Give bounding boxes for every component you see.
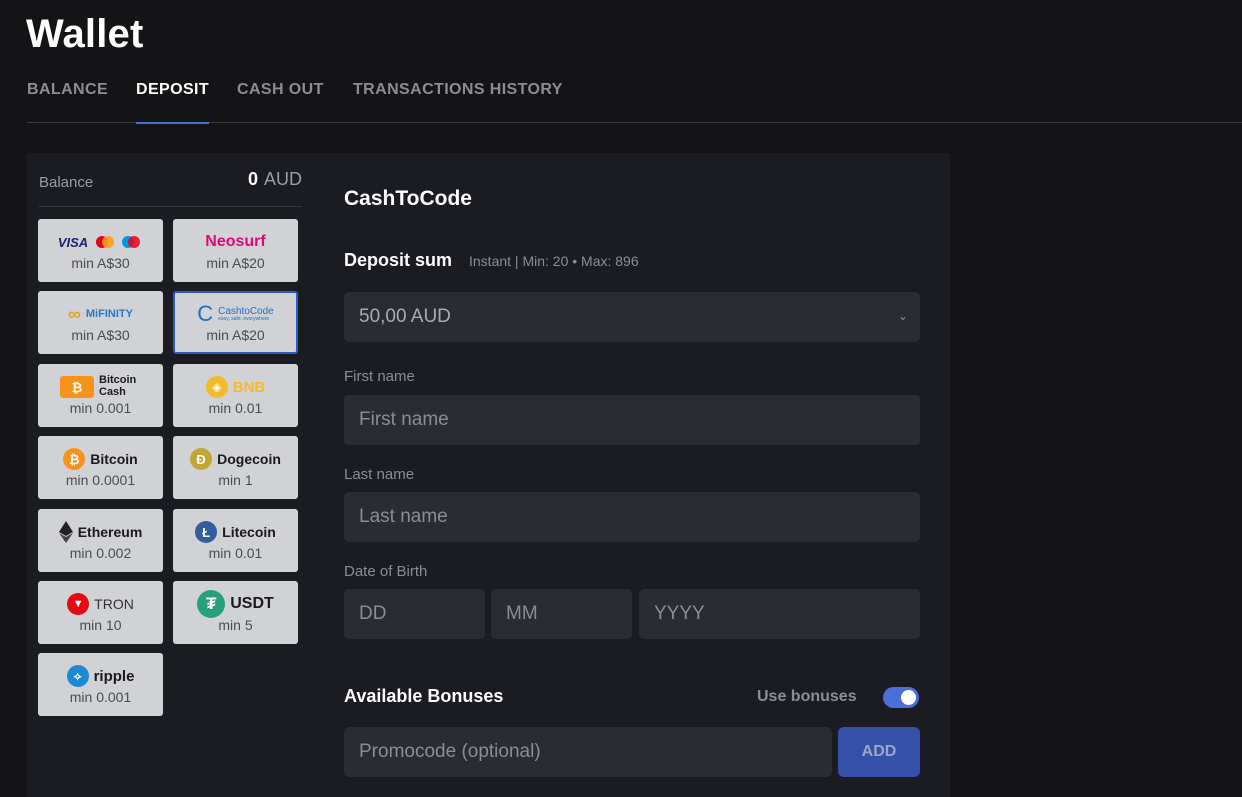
ripple-logo: ⟡ ripple bbox=[40, 663, 161, 689]
method-min: min 0.01 bbox=[208, 400, 263, 416]
bitcoin-logo: ₿ Bitcoin bbox=[40, 446, 161, 472]
first-name-input[interactable] bbox=[344, 395, 920, 445]
bitcoin-cash-name: Bitcoin Cash bbox=[99, 374, 137, 398]
visa-logo: VISA bbox=[57, 234, 89, 250]
use-bonuses-toggle[interactable] bbox=[883, 687, 919, 708]
divider bbox=[39, 206, 302, 207]
cashtocode-logo: C CashtoCode easy, safe, everywhere bbox=[175, 301, 296, 327]
ethereum-icon bbox=[58, 521, 73, 543]
dob-label: Date of Birth bbox=[344, 563, 428, 580]
dogecoin-name: Dogecoin bbox=[217, 451, 281, 467]
bonuses-title: Available Bonuses bbox=[344, 686, 504, 706]
method-min: min A$30 bbox=[71, 327, 130, 343]
method-min: min A$20 bbox=[206, 255, 265, 271]
method-card-cashtocode[interactable]: C CashtoCode easy, safe, everywhere min … bbox=[173, 291, 298, 354]
dogecoin-icon: Ð bbox=[190, 448, 213, 470]
method-card-dogecoin[interactable]: Ð Dogecoin min 1 bbox=[173, 436, 298, 499]
cashtocode-name: CashtoCode bbox=[218, 305, 274, 317]
method-title: CashToCode bbox=[344, 187, 472, 210]
balance-currency: AUD bbox=[263, 169, 302, 189]
tab-transactions-history[interactable]: TRANSACTIONS HISTORY bbox=[353, 81, 563, 99]
toggle-knob bbox=[901, 690, 916, 705]
method-min: min A$20 bbox=[206, 327, 265, 343]
cashtocode-tagline: easy, safe, everywhere bbox=[218, 315, 270, 322]
balance-label: Balance bbox=[39, 174, 94, 191]
method-min: min 0.001 bbox=[69, 689, 132, 705]
method-card-neosurf[interactable]: Neosurf min A$20 bbox=[173, 219, 298, 282]
method-card-usdt[interactable]: ₮ USDT min 5 bbox=[173, 581, 298, 644]
first-name-label: First name bbox=[344, 368, 415, 385]
cashtocode-c-icon: C bbox=[197, 301, 214, 326]
bitcoin-icon: ₿ bbox=[63, 448, 86, 470]
method-card-ripple[interactable]: ⟡ ripple min 0.001 bbox=[38, 653, 163, 716]
usdt-logo: ₮ USDT bbox=[175, 590, 296, 618]
tether-icon: ₮ bbox=[197, 590, 226, 618]
wallet-tabs: BALANCE DEPOSIT CASH OUT TRANSACTIONS HI… bbox=[27, 78, 1242, 124]
dogecoin-logo: Ð Dogecoin bbox=[175, 446, 296, 472]
method-card-bitcoin-cash[interactable]: ₿ Bitcoin Cash min 0.001 bbox=[38, 364, 163, 427]
neosurf-name: Neosurf bbox=[205, 233, 266, 250]
ethereum-name: Ethereum bbox=[77, 524, 143, 540]
method-min: min 0.001 bbox=[69, 400, 132, 416]
method-card-litecoin[interactable]: Ł Litecoin min 0.01 bbox=[173, 509, 298, 572]
method-min: min 0.002 bbox=[69, 545, 132, 561]
method-min: min A$30 bbox=[71, 255, 130, 271]
deposit-sum-label: Deposit sum bbox=[344, 250, 453, 270]
deposit-amount-value: 50,00 AUD bbox=[359, 306, 451, 327]
method-min: min 0.0001 bbox=[65, 472, 136, 488]
tab-cash-out[interactable]: CASH OUT bbox=[237, 81, 324, 99]
method-card-tron[interactable]: ▼ TRON min 10 bbox=[38, 581, 163, 644]
chevron-down-icon: ⌄ bbox=[897, 309, 908, 323]
last-name-input[interactable] bbox=[344, 492, 920, 542]
ripple-name: ripple bbox=[93, 667, 135, 685]
method-min: min 5 bbox=[218, 617, 253, 633]
bnb-icon: ◈ bbox=[205, 376, 228, 398]
mifinity-name: MiFINITY bbox=[85, 308, 133, 320]
page-title: Wallet bbox=[26, 12, 144, 56]
last-name-label: Last name bbox=[344, 466, 415, 483]
ripple-icon: ⟡ bbox=[66, 665, 89, 687]
deposit-panel: Balance 0 AUD VISA min A$30 Neosurf min A… bbox=[27, 153, 950, 797]
method-min: min 10 bbox=[79, 617, 122, 633]
tron-icon: ▼ bbox=[67, 593, 90, 615]
mifinity-logo: ∞ MiFINITY bbox=[40, 301, 161, 327]
balance-amount: 0 bbox=[247, 169, 258, 189]
bnb-logo: ◈ BNB bbox=[175, 374, 296, 400]
litecoin-icon: Ł bbox=[195, 521, 218, 543]
litecoin-logo: Ł Litecoin bbox=[175, 519, 296, 545]
method-min: min 0.01 bbox=[208, 545, 263, 561]
dob-year-input[interactable] bbox=[639, 589, 920, 639]
dob-day-input[interactable] bbox=[344, 589, 485, 639]
balance-value: 0 AUD bbox=[248, 169, 302, 190]
method-card-mifinity[interactable]: ∞ MiFINITY min A$30 bbox=[38, 291, 163, 354]
litecoin-name: Litecoin bbox=[222, 524, 276, 540]
method-card-bnb[interactable]: ◈ BNB min 0.01 bbox=[173, 364, 298, 427]
cashtocode-text: CashtoCode easy, safe, everywhere bbox=[218, 305, 274, 322]
usdt-name: USDT bbox=[230, 595, 274, 612]
add-promocode-button[interactable]: ADD bbox=[838, 727, 920, 777]
visa-mastercard-maestro-logo: VISA bbox=[40, 229, 161, 255]
use-bonuses-label: Use bonuses bbox=[757, 688, 857, 705]
tron-name: TRON bbox=[94, 596, 134, 612]
method-card-visa[interactable]: VISA min A$30 bbox=[38, 219, 163, 282]
tron-logo: ▼ TRON bbox=[40, 591, 161, 617]
method-card-ethereum[interactable]: Ethereum min 0.002 bbox=[38, 509, 163, 572]
method-card-bitcoin[interactable]: ₿ Bitcoin min 0.0001 bbox=[38, 436, 163, 499]
dob-month-input[interactable] bbox=[491, 589, 632, 639]
neosurf-logo: Neosurf bbox=[175, 229, 296, 255]
bitcoin-cash-icon: ₿ bbox=[60, 376, 94, 398]
bitcoin-name: Bitcoin bbox=[90, 451, 138, 467]
tab-balance[interactable]: BALANCE bbox=[27, 81, 108, 99]
deposit-amount-select[interactable]: 50,00 AUD ⌄ bbox=[344, 292, 920, 342]
bitcoin-cash-logo: ₿ Bitcoin Cash bbox=[40, 374, 161, 400]
bnb-name: BNB bbox=[232, 378, 266, 396]
infinity-icon: ∞ bbox=[68, 303, 81, 324]
deposit-limits: Instant | Min: 20 • Max: 896 bbox=[469, 253, 639, 269]
method-min: min 1 bbox=[218, 472, 253, 488]
ethereum-logo: Ethereum bbox=[40, 519, 161, 545]
promocode-input[interactable] bbox=[344, 727, 832, 777]
mastercard-icon bbox=[96, 236, 141, 248]
tab-deposit[interactable]: DEPOSIT bbox=[136, 81, 210, 124]
